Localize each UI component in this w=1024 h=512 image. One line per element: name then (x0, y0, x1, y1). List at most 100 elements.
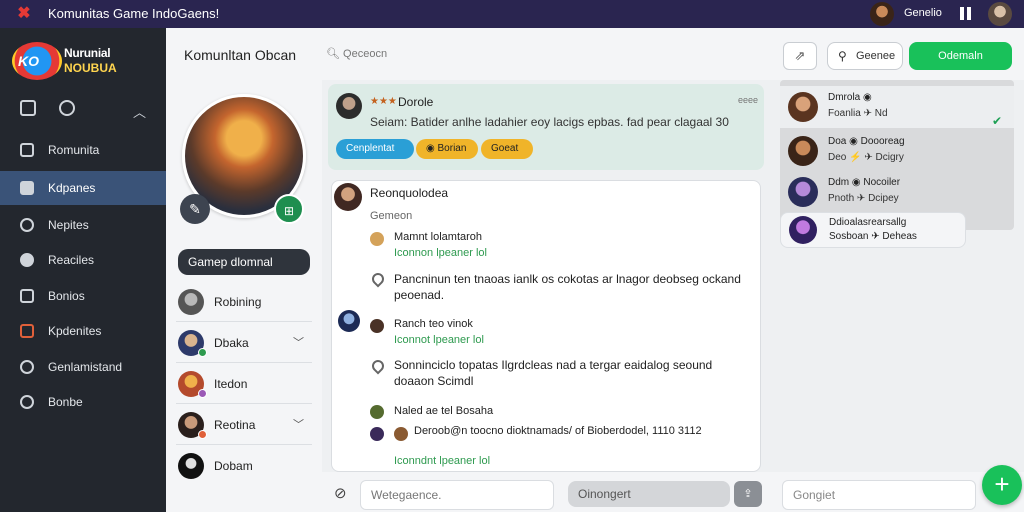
sidebar-item-nepites[interactable]: Nepites (0, 208, 166, 242)
message-text: Pancninun ten tnaoas ianlk os cokotas ar… (394, 272, 741, 302)
search-icon: ⚲ (838, 49, 847, 63)
sidebar-toolbar: ︿ (20, 100, 160, 122)
thread-title: Reonquolodea (370, 186, 449, 200)
sidebar-item-romunita[interactable]: Romunita (0, 133, 166, 167)
friend-avatar (178, 453, 204, 479)
rank-stars-icon: ★★★ (370, 96, 397, 107)
sidebar-item-reaciles[interactable]: Reaciles (0, 243, 166, 277)
search-input[interactable]: 🔍︎ Qeceocn (326, 47, 387, 60)
power-icon (20, 394, 34, 409)
friend-item[interactable]: Dbaka ﹀ (176, 323, 312, 363)
sidebar-item-bonbe[interactable]: Bonbe (0, 385, 166, 419)
primary-action-button[interactable]: Odemaln (909, 42, 1012, 70)
brand-line2: NOUBUA (64, 61, 117, 75)
thread-avatar (334, 183, 362, 211)
friend-name: Dobam (214, 459, 253, 473)
message-author: Deroob@n toocno dioktnamads/ of Bioberdo… (414, 425, 702, 437)
top-bar: ✖ Komunitas Game IndoGaens! Genelio (0, 0, 1024, 28)
window-title: Komunitas Game IndoGaens! (48, 6, 220, 21)
tag-button[interactable]: ◉ Borian (416, 139, 478, 159)
message-link[interactable]: Iconnot lpeaner lol (394, 334, 484, 346)
conversation-avatar (788, 92, 818, 122)
conversation-title: Doa ◉ Doooreag (828, 136, 905, 147)
chevron-down-icon[interactable]: ﹀ (293, 334, 304, 350)
thread-subtitle: Gemeon (370, 210, 413, 222)
online-status-icon (198, 348, 207, 357)
conversation-subtitle: Sosboan ✈ Deheas (829, 231, 917, 242)
conversation-title: Ddioalasrearsallg (829, 217, 907, 228)
friend-item[interactable]: Robining (176, 282, 312, 322)
sidebar-item-bonios[interactable]: Bonios (0, 279, 166, 313)
send-button[interactable]: ⇪ (734, 481, 762, 507)
sidebar-item-label: Genlamistand (48, 360, 123, 374)
add-button[interactable]: + (982, 465, 1022, 505)
chevron-down-icon[interactable]: ﹀ (293, 416, 304, 432)
pinned-time: eeee (738, 95, 759, 105)
conversation-subtitle: Foanlia ✈ Nd (828, 108, 888, 119)
record-icon (20, 252, 34, 267)
friend-item[interactable]: Reotina ﹀ (176, 405, 312, 445)
message-link[interactable]: Iconndnt lpeaner lol (394, 455, 490, 467)
message-input[interactable]: Wetegaence. (360, 480, 554, 510)
friend-item[interactable]: Dobam (176, 446, 312, 486)
tag-button[interactable]: Cenplentat (336, 139, 414, 159)
pause-icon[interactable] (960, 7, 974, 21)
conversation-item[interactable]: Ddm ◉ Nocoiler Pnoth ✈ Dcipey (780, 171, 1014, 213)
conversation-subtitle: Pnoth ✈ Dcipey (828, 193, 899, 204)
sidebar-item-kpdenites[interactable]: Kpdenites (0, 314, 166, 348)
conversation-avatar (788, 177, 818, 207)
tertiary-input[interactable]: Gongiet (782, 480, 976, 510)
status-icon (198, 389, 207, 398)
sidebar: KO Nurunial NOUBUA ︿ Romunita Kdpanes Ne… (0, 28, 166, 512)
message-author: Ranch teo vinok (394, 318, 473, 330)
sidebar-item-genlamistand[interactable]: Genlamistand (0, 350, 166, 384)
compass-icon[interactable] (59, 100, 76, 116)
ring-icon (20, 359, 34, 374)
app-logo-icon: ✖ (17, 5, 31, 22)
sidebar-item-label: Nepites (48, 218, 89, 232)
conversation-item[interactable]: Ddioalasrearsallg Sosboan ✈ Deheas (780, 212, 966, 248)
message-link[interactable]: Iconnon lpeaner lol (394, 247, 487, 259)
message-author: Naled ae tel Bosaha (394, 405, 494, 417)
sidebar-item-label: Reaciles (48, 253, 95, 267)
conversation-item[interactable]: Dmrola ◉ Foanlia ✈ Nd ✔ (780, 86, 1014, 128)
friend-item[interactable]: Itedon (176, 364, 312, 404)
message-avatar (370, 232, 384, 246)
message-author: Mamnt lolamtaroh (394, 231, 483, 243)
sidebar-item-label: Bonbe (48, 395, 83, 409)
conversation-avatar (789, 216, 817, 244)
pin-button[interactable]: ⇗ (783, 42, 817, 70)
search-button[interactable]: ⚲ Geenee (827, 42, 903, 70)
conversation-avatar (788, 136, 818, 166)
chevron-up-icon[interactable]: ︿ (133, 102, 146, 121)
edit-profile-icon[interactable]: ✎ (180, 194, 210, 224)
pinned-message: ★★★ Dorole eeee Seiam: Batider anlhe lad… (328, 84, 764, 170)
chat-icon (20, 217, 34, 232)
username-label[interactable]: Genelio (904, 7, 942, 19)
badge-icon[interactable]: ⊞ (274, 194, 304, 224)
sidebar-item-kdpanes[interactable]: Kdpanes (0, 171, 166, 205)
home-outline-icon[interactable] (20, 100, 36, 116)
secondary-avatar[interactable] (988, 2, 1012, 26)
friend-name: Reotina (214, 418, 256, 432)
message-avatar (370, 319, 384, 333)
user-avatar[interactable] (870, 2, 894, 26)
message-text: Sonninciclo topatas Ilgrdcleas nad a ter… (394, 358, 713, 388)
friend-name: Dbaka (214, 336, 249, 350)
conversation-item[interactable]: Doa ◉ Doooreag Deo ⚡ ✈ Dcigry (780, 130, 1014, 172)
friend-name: Itedon (214, 377, 248, 391)
message-avatar (370, 427, 384, 441)
attach-icon[interactable]: ⊘ (334, 484, 347, 502)
conversation-subtitle: Deo ⚡ ✈ Dcigry (828, 152, 904, 163)
secondary-input[interactable]: Oinongert (568, 481, 730, 507)
tag-button[interactable]: Goeat (481, 139, 533, 159)
pinned-author: Dorole (398, 95, 434, 109)
pen-icon (20, 288, 34, 303)
search-icon: 🔍︎ (326, 48, 344, 60)
message-avatar (394, 427, 408, 441)
sidebar-item-label: Romunita (48, 143, 100, 157)
profile-tag[interactable]: Gamep dlomnal (178, 249, 310, 275)
conversation-title: Dmrola ◉ (828, 92, 872, 103)
brand-line1: Nurunial (64, 46, 111, 60)
search-placeholder: Qeceocn (343, 48, 388, 60)
